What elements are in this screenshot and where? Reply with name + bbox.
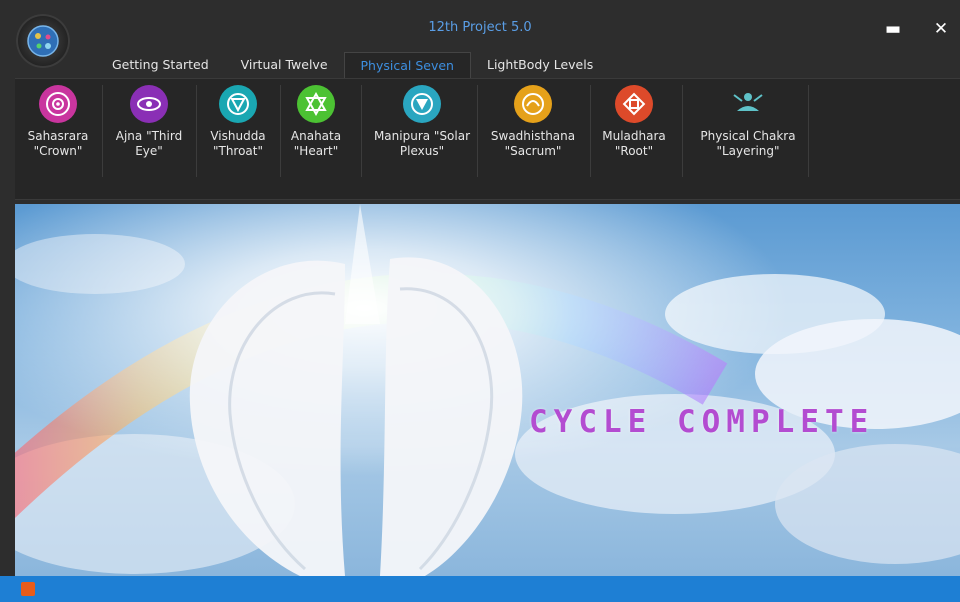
app-window: 12th Project 5.0 ▬ ✕ Getting Started Vir… <box>0 0 960 576</box>
muladhara-button[interactable]: Muladhara "Root" <box>595 85 673 159</box>
sahasrara-button[interactable]: Sahasrara "Crown" <box>23 85 93 159</box>
manipura-label: Manipura "Solar Plexus" <box>373 129 471 158</box>
tab-bar: Getting Started Virtual Twelve Physical … <box>96 52 609 78</box>
vishudda-button[interactable]: Vishudda "Throat" <box>205 85 271 159</box>
angel-wings-background <box>15 204 960 576</box>
close-button[interactable]: ✕ <box>926 14 956 44</box>
minimize-button[interactable]: ▬ <box>878 14 908 44</box>
manipura-icon <box>403 85 441 123</box>
manipura-button[interactable]: Manipura "Solar Plexus" <box>373 85 471 159</box>
tab-getting-started[interactable]: Getting Started <box>96 52 225 78</box>
minimize-icon: ▬ <box>884 19 902 39</box>
swadhisthana-icon <box>514 85 552 123</box>
ribbon-separator <box>280 85 281 177</box>
ribbon-separator <box>808 85 809 177</box>
settings-gear-icon[interactable] <box>21 582 35 596</box>
ribbon-separator <box>682 85 683 177</box>
muladhara-icon <box>615 85 653 123</box>
close-icon: ✕ <box>933 19 949 39</box>
muladhara-label: Muladhara "Root" <box>602 129 666 158</box>
ajna-icon <box>130 85 168 123</box>
vishudda-label: Vishudda "Throat" <box>210 129 266 158</box>
tab-lightbody-levels[interactable]: LightBody Levels <box>471 52 609 78</box>
ribbon-separator <box>361 85 362 177</box>
swadhisthana-button[interactable]: Swadhisthana "Sacrum" <box>483 85 583 159</box>
anahata-button[interactable]: Anahata "Heart" <box>286 85 346 159</box>
ribbon-separator <box>102 85 103 177</box>
main-image-area: CYCLE COMPLETE <box>15 204 960 576</box>
cycle-complete-message: CYCLE COMPLETE <box>529 404 875 440</box>
ribbon-separator <box>196 85 197 177</box>
tab-physical-seven[interactable]: Physical Seven <box>343 52 471 78</box>
sahasrara-icon <box>39 85 77 123</box>
layering-icon <box>729 85 767 123</box>
ribbon-separator <box>477 85 478 177</box>
tab-virtual-twelve[interactable]: Virtual Twelve <box>225 52 344 78</box>
layering-label: Physical Chakra "Layering" <box>700 129 796 158</box>
status-bar <box>0 576 960 602</box>
layering-button[interactable]: Physical Chakra "Layering" <box>689 85 807 159</box>
swadhisthana-label: Swadhisthana "Sacrum" <box>490 129 576 158</box>
window-title: 12th Project 5.0 <box>428 20 532 35</box>
sahasrara-label: Sahasrara "Crown" <box>27 129 89 158</box>
ribbon-separator <box>590 85 591 177</box>
ribbon-panel: Sahasrara "Crown" Ajna "Third Eye" Vishu… <box>15 78 960 200</box>
ajna-label: Ajna "Third Eye" <box>115 129 183 158</box>
ajna-button[interactable]: Ajna "Third Eye" <box>112 85 186 159</box>
vishudda-icon <box>219 85 257 123</box>
anahata-label: Anahata "Heart" <box>290 129 342 158</box>
anahata-icon <box>297 85 335 123</box>
